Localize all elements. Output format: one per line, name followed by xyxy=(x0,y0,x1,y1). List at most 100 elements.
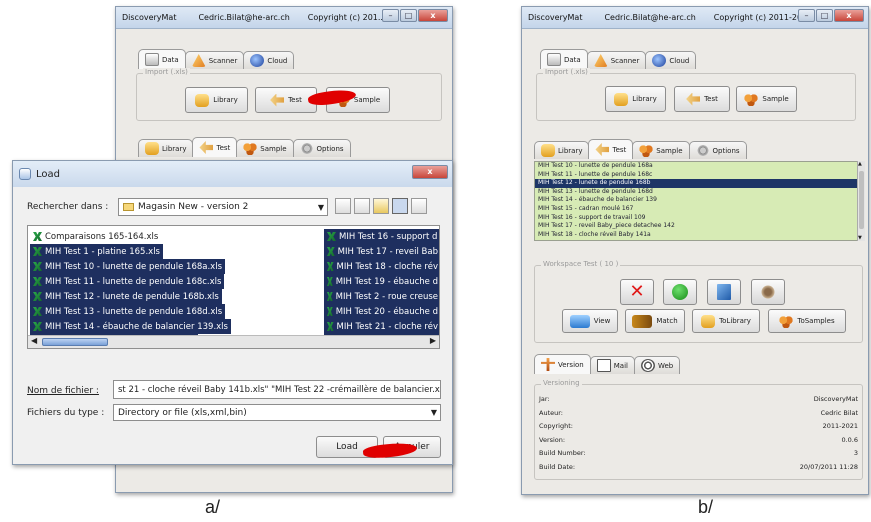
test-list-item[interactable]: MIH Test 12 - lunete de pendule 168b xyxy=(535,179,862,188)
minimize-button[interactable]: – xyxy=(798,9,815,22)
tab-sample[interactable]: Sample xyxy=(632,141,690,159)
file-row[interactable]: MIH Test 20 - ébauche d xyxy=(324,304,439,319)
test-list-item[interactable]: MIH Test 17 - reveil Baby_piece detachee… xyxy=(535,222,862,231)
load-icon xyxy=(19,168,31,180)
tab-library[interactable]: Library xyxy=(138,139,194,157)
scroll-thumb[interactable] xyxy=(859,171,864,229)
sample-icon xyxy=(744,92,759,106)
tab-test[interactable]: Test xyxy=(192,137,238,157)
file-row[interactable]: MIH Test 17 - reveil Bab xyxy=(324,244,439,259)
file-row[interactable]: MIH Test 2 - roue creuse xyxy=(324,289,439,304)
details-view-icon[interactable] xyxy=(411,198,427,214)
tab-options[interactable]: Options xyxy=(292,139,351,157)
look-in-combo[interactable]: Magasin New - version 2 ▼ xyxy=(118,198,328,216)
file-name: MIH Test 16 - support d xyxy=(339,231,438,242)
file-row[interactable]: MIH Test 19 - ébauche d xyxy=(324,274,439,289)
file-row[interactable]: MIH Test 13 - lunette de pendule 168d.xl… xyxy=(30,304,226,319)
test-list-item[interactable]: MIH Test 10 - lunette de pendule 168a xyxy=(535,162,862,171)
view-button[interactable]: View xyxy=(562,309,618,333)
file-row[interactable]: MIH Test 16 - support d xyxy=(324,229,439,244)
close-button[interactable]: x xyxy=(834,9,864,22)
file-row[interactable]: MIH Test 14 - ébauche de balancier 139.x… xyxy=(30,319,231,334)
tab-version[interactable]: Version xyxy=(534,354,591,374)
test-list-item[interactable]: MIH Test 13 - lunette de pendule 168d xyxy=(535,188,862,197)
tab-scanner[interactable]: Scanner xyxy=(586,51,647,69)
file-row[interactable]: MIH Test 21 - cloche rév xyxy=(324,319,439,334)
excel-file-icon xyxy=(33,232,42,241)
scroll-right-arrow-icon[interactable]: ▶ xyxy=(430,336,436,345)
tab-data[interactable]: Data xyxy=(540,49,588,69)
import-test-button[interactable]: Test xyxy=(674,86,730,112)
import-sample-button[interactable]: Sample xyxy=(736,86,797,112)
import-library-button[interactable]: Library xyxy=(605,86,666,112)
maximize-button[interactable]: □ xyxy=(400,9,417,22)
filename-input[interactable]: st 21 - cloche réveil Baby 141b.xls" "MI… xyxy=(113,380,441,399)
scroll-down-arrow-icon[interactable]: ▼ xyxy=(858,235,862,241)
tools-button[interactable] xyxy=(751,279,785,305)
home-icon[interactable] xyxy=(354,198,370,214)
info-tabs: Version Mail Web xyxy=(534,354,681,374)
to-samples-button[interactable]: ToSamples xyxy=(768,309,846,333)
load-dialog: Load x Rechercher dans : Magasin New - v… xyxy=(12,160,453,465)
test-list-item[interactable]: MIH Test 18 - cloche réveil Baby 141a xyxy=(535,231,862,240)
gear-icon xyxy=(299,142,314,155)
up-folder-icon[interactable] xyxy=(335,198,351,214)
test-list-item[interactable]: MIH Test 11 - lunette de pendule 168c xyxy=(535,171,862,180)
tab-cloud[interactable]: Cloud xyxy=(243,51,295,69)
tab-scanner[interactable]: Scanner xyxy=(184,51,245,69)
tab-web[interactable]: Web xyxy=(633,356,681,374)
tab-data[interactable]: Data xyxy=(138,49,186,69)
test-list-item[interactable]: MIH Test 16 - support de travail 109 xyxy=(535,214,862,223)
test-list-scrollbar[interactable]: ▲ ▼ xyxy=(857,161,865,241)
tab-sample[interactable]: Sample xyxy=(236,139,294,157)
gear-icon xyxy=(695,144,710,157)
title-bar[interactable]: DiscoveryMat Cedric.Bilat@he-arc.ch Copy… xyxy=(116,7,452,29)
close-button[interactable]: x xyxy=(412,165,448,179)
scroll-up-arrow-icon[interactable]: ▲ xyxy=(858,161,862,167)
list-view-icon[interactable] xyxy=(392,198,408,214)
file-list[interactable]: Comparaisons 165-164.xls MIH Test 1 - pla… xyxy=(27,225,440,349)
file-name: MIH Test 20 - ébauche d xyxy=(335,306,438,317)
excel-file-icon xyxy=(33,292,42,301)
file-row[interactable]: MIH Test 11 - lunette de pendule 168c.xl… xyxy=(30,274,225,289)
excel-file-icon xyxy=(33,262,42,271)
dialog-title-bar[interactable]: Load x xyxy=(13,161,452,187)
test-list[interactable]: MIH Test 10 - lunette de pendule 168a MIH… xyxy=(534,161,863,241)
maximize-button[interactable]: □ xyxy=(816,9,833,22)
delete-button[interactable]: ✕ xyxy=(620,279,654,305)
import-library-button[interactable]: Library xyxy=(185,87,248,113)
match-button[interactable]: Match xyxy=(625,309,685,333)
tab-cloud[interactable]: Cloud xyxy=(645,51,697,69)
scroll-left-arrow-icon[interactable]: ◀ xyxy=(31,336,37,345)
library-icon xyxy=(195,93,210,107)
library-icon xyxy=(701,314,716,328)
file-row[interactable]: MIH Test 1 - platine 165.xls xyxy=(30,244,163,259)
file-row[interactable]: MIH Test 18 - cloche rév xyxy=(324,259,439,274)
file-name: MIH Test 2 - roue creuse xyxy=(335,291,438,302)
excel-file-icon xyxy=(33,247,42,256)
title-bar[interactable]: DiscoveryMat Cedric.Bilat@he-arc.ch Copy… xyxy=(522,7,868,29)
file-row[interactable]: MIH Test 12 - lunete de pendule 168b.xls xyxy=(30,289,222,304)
scroll-thumb[interactable] xyxy=(42,338,108,346)
match-icon xyxy=(632,314,653,328)
to-library-button[interactable]: ToLibrary xyxy=(692,309,760,333)
version-key: Jar: xyxy=(539,395,550,403)
minimize-button[interactable]: – xyxy=(382,9,399,22)
tab-mail[interactable]: Mail xyxy=(589,356,635,374)
main-tabs: Data Scanner Cloud xyxy=(138,49,295,69)
test-list-item[interactable]: MIH Test 15 - cadran moulé 167 xyxy=(535,205,862,214)
test-list-item[interactable]: MIH Test 14 - ébauche de balancier 139 xyxy=(535,196,862,205)
close-button[interactable]: x xyxy=(418,9,448,22)
file-row[interactable]: Comparaisons 165-164.xls xyxy=(30,229,161,244)
new-folder-icon[interactable] xyxy=(373,198,389,214)
file-name: MIH Test 17 - reveil Bab xyxy=(337,246,438,257)
tab-options[interactable]: Options xyxy=(688,141,747,159)
horizontal-scrollbar[interactable]: ◀ ▶ xyxy=(28,335,439,348)
remove-button[interactable] xyxy=(663,279,697,305)
filetype-combo[interactable]: Directory or file (xls,xml,bin) ▼ xyxy=(113,404,441,421)
file-row[interactable]: MIH Test 10 - lunette de pendule 168a.xl… xyxy=(30,259,225,274)
export-button[interactable] xyxy=(707,279,741,305)
tab-test[interactable]: Test xyxy=(588,139,634,159)
tab-library[interactable]: Library xyxy=(534,141,590,159)
nav-toolbar xyxy=(335,198,427,214)
